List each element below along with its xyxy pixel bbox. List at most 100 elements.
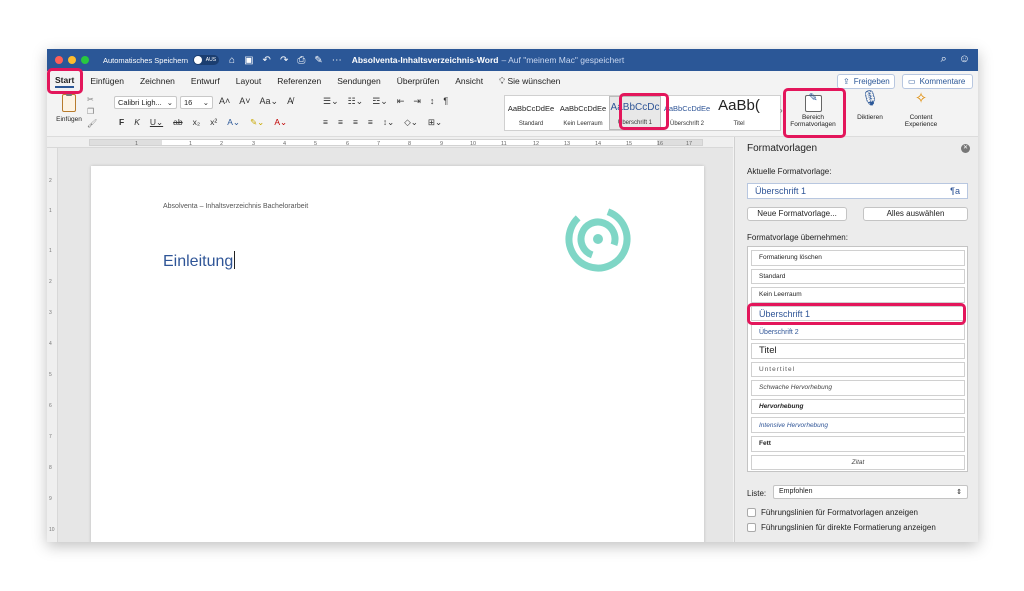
- home-icon[interactable]: ⌂: [229, 55, 235, 66]
- ruler-track: 1 1 2 3 4 5 6 7 8 9 10 11 12 13 14 15 16…: [89, 139, 703, 147]
- dictate-button[interactable]: 🎙︎ Diktieren: [850, 91, 890, 121]
- print-icon[interactable]: ⎙: [297, 55, 305, 66]
- vertical-ruler[interactable]: 2 1 1 2 3 4 5 6 7 8 9 10: [47, 148, 58, 542]
- tab-entwurf[interactable]: Entwurf: [191, 76, 220, 86]
- close-icon[interactable]: ✕: [961, 144, 970, 153]
- borders-icon[interactable]: ⊞⌄: [428, 117, 442, 128]
- align-center-icon[interactable]: ≡: [338, 117, 343, 128]
- style-item-schwache-hervorhebung[interactable]: Schwache Hervorhebung: [751, 380, 965, 396]
- ruler-number: 8: [49, 465, 52, 471]
- decrease-indent-icon[interactable]: ⇤: [397, 96, 405, 107]
- tab-sendungen[interactable]: Sendungen: [337, 76, 381, 86]
- document-location[interactable]: – Auf "meinem Mac" gespeichert: [501, 55, 624, 65]
- autosave-toggle[interactable]: AUS: [193, 55, 220, 65]
- pilcrow-icon[interactable]: ¶: [443, 96, 448, 107]
- page-header-text[interactable]: Absolventa – Inhaltsverzeichnis Bachelor…: [163, 203, 308, 210]
- edit-icon[interactable]: ✎: [314, 55, 322, 66]
- cut-icon[interactable]: ✂: [87, 95, 97, 104]
- highlight-styles-pane-button: [783, 88, 846, 138]
- style-item-ueberschrift-2[interactable]: Überschrift 2: [751, 324, 965, 340]
- tab-layout[interactable]: Layout: [236, 76, 262, 86]
- style-item-untertitel[interactable]: Untertitel: [751, 361, 965, 378]
- multilevel-list-icon[interactable]: ☲⌄: [372, 96, 388, 107]
- tab-referenzen[interactable]: Referenzen: [277, 76, 321, 86]
- style-item-hervorhebung[interactable]: Hervorhebung: [751, 398, 965, 415]
- zoom-window-button[interactable]: [81, 56, 89, 64]
- gallery-style-kein-leerraum[interactable]: AaBbCcDdEe Kein Leerraum: [557, 96, 609, 130]
- style-item-fett[interactable]: Fett: [751, 435, 965, 452]
- chevron-down-icon: ⌄: [202, 98, 209, 107]
- italic-icon[interactable]: K: [134, 117, 140, 128]
- bullets-icon[interactable]: ☰⌄: [323, 96, 339, 107]
- close-window-button[interactable]: [55, 56, 63, 64]
- justify-icon[interactable]: ≡: [368, 117, 373, 128]
- minimize-window-button[interactable]: [68, 56, 76, 64]
- show-direct-formatting-option[interactable]: Führungslinien für direkte Formatierung …: [747, 523, 936, 532]
- heading-line[interactable]: Einleitung: [163, 251, 236, 271]
- comments-button[interactable]: ▭ Kommentare: [902, 74, 973, 89]
- highlight-icon[interactable]: ✎⌄: [250, 117, 264, 128]
- underline-icon[interactable]: U⌄: [150, 117, 163, 128]
- align-right-icon[interactable]: ≡: [353, 117, 358, 128]
- grow-font-icon[interactable]: A˄: [219, 96, 230, 107]
- highlight-start-tab: [47, 68, 83, 94]
- show-style-guides-checkbox[interactable]: [747, 508, 756, 517]
- styles-pane: Formatvorlagen ✕ Aktuelle Formatvorlage:…: [734, 137, 978, 542]
- style-item-clear[interactable]: Formatierung löschen: [751, 250, 965, 266]
- search-icon[interactable]: ⌕: [941, 53, 947, 66]
- align-left-icon[interactable]: ≡: [323, 117, 328, 128]
- shrink-font-icon[interactable]: A˅: [239, 96, 250, 107]
- share-button[interactable]: ⇪ Freigeben: [837, 74, 895, 89]
- tab-ansicht[interactable]: Ansicht: [455, 76, 483, 86]
- save-icon[interactable]: ▣: [244, 55, 253, 66]
- style-item-standard[interactable]: Standard: [751, 268, 965, 285]
- increase-indent-icon[interactable]: ⇥: [413, 96, 421, 107]
- style-item-zitat[interactable]: Zitat: [751, 454, 965, 471]
- more-icon[interactable]: ⋯: [332, 55, 342, 66]
- line-spacing-icon[interactable]: ↕⌄: [383, 117, 394, 128]
- tab-einfuegen[interactable]: Einfügen: [90, 76, 124, 86]
- show-direct-formatting-checkbox[interactable]: [747, 523, 756, 532]
- tell-me[interactable]: 💡︎ Sie wünschen: [499, 76, 560, 87]
- content-experience-button[interactable]: ✧ Content Experience: [897, 91, 945, 128]
- account-icon[interactable]: ☺: [959, 53, 970, 66]
- font-size-select[interactable]: 16 ⌄: [180, 96, 213, 109]
- strikethrough-icon[interactable]: ab: [173, 117, 182, 128]
- font-color-icon[interactable]: A⌄: [274, 117, 287, 128]
- show-style-guides-option[interactable]: Führungslinien für Formatvorlagen anzeig…: [747, 508, 918, 517]
- shading-icon[interactable]: ◇⌄: [404, 117, 418, 128]
- style-item-titel[interactable]: Titel: [751, 342, 965, 359]
- ruler-number: 1: [49, 208, 52, 214]
- document-page[interactable]: Absolventa – Inhaltsverzeichnis Bachelor…: [91, 166, 704, 542]
- text-effects-icon[interactable]: A⌄: [227, 117, 240, 128]
- tab-ueberpruefen[interactable]: Überprüfen: [397, 76, 440, 86]
- gallery-style-titel[interactable]: AaBb( Titel: [713, 96, 765, 130]
- superscript-icon[interactable]: x²: [210, 117, 217, 128]
- undo-icon[interactable]: ↶: [263, 55, 271, 66]
- comment-icon: ▭: [908, 77, 916, 86]
- new-style-button[interactable]: Neue Formatvorlage...: [747, 207, 847, 221]
- sort-icon[interactable]: ↕: [430, 96, 435, 107]
- gallery-style-standard[interactable]: AaBbCcDdEe Standard: [505, 96, 557, 130]
- current-style-field[interactable]: Überschrift 1 ¶a: [747, 183, 968, 199]
- font-name-select[interactable]: Calibri Ligh... ⌄: [114, 96, 177, 109]
- bold-icon[interactable]: F: [119, 117, 124, 128]
- paragraph-style-icon: ¶a: [950, 186, 960, 196]
- copy-icon[interactable]: ❐: [87, 107, 97, 116]
- format-painter-icon[interactable]: 🖌︎: [87, 119, 97, 128]
- style-item-kein-leerraum[interactable]: Kein Leerraum: [751, 287, 965, 303]
- list-filter-select[interactable]: Empfohlen ⇕: [773, 485, 968, 499]
- select-all-button[interactable]: Alles auswählen: [863, 207, 968, 221]
- horizontal-ruler[interactable]: 1 1 2 3 4 5 6 7 8 9 10 11 12 13 14 15 16…: [47, 137, 733, 148]
- numbering-icon[interactable]: ☷⌄: [348, 96, 364, 107]
- subscript-icon[interactable]: x₂: [193, 117, 201, 128]
- paste-button[interactable]: Einfügen: [53, 92, 85, 123]
- ruler-number: 9: [440, 141, 444, 147]
- clear-formatting-icon[interactable]: A̸: [287, 96, 293, 107]
- redo-icon[interactable]: ↷: [280, 55, 288, 66]
- share-icon: ⇪: [843, 77, 850, 86]
- change-case-icon[interactable]: Aa⌄: [260, 96, 279, 107]
- style-item-intensive-hervorhebung[interactable]: Intensive Hervorhebung: [751, 417, 965, 433]
- tab-zeichnen[interactable]: Zeichnen: [140, 76, 175, 86]
- pane-title: Formatvorlagen: [747, 143, 818, 154]
